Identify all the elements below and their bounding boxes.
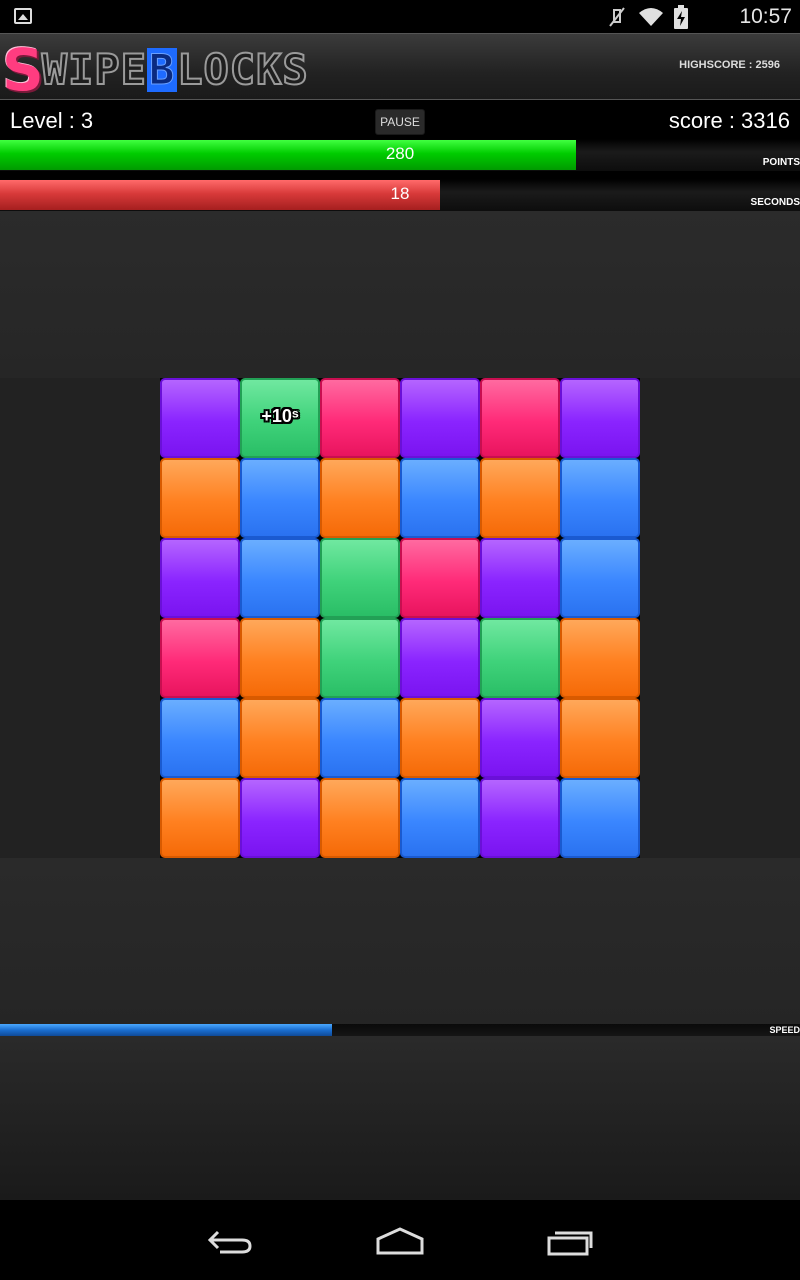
logo-part-locks: LOCKS (176, 45, 309, 94)
block-purple[interactable] (560, 378, 640, 458)
block-blue[interactable] (400, 778, 480, 858)
block-purple[interactable] (400, 618, 480, 698)
block-blue[interactable] (240, 538, 320, 618)
block-green[interactable] (320, 618, 400, 698)
playfield-top-panel (0, 211, 800, 378)
seconds-value: 18 (390, 184, 410, 203)
block-orange[interactable] (160, 458, 240, 538)
block-green[interactable]: +10ˢ (240, 378, 320, 458)
block-purple[interactable] (160, 378, 240, 458)
points-value: 280 (385, 144, 415, 163)
level-label: Level : 3 (10, 108, 94, 133)
block-orange[interactable] (480, 458, 560, 538)
seconds-label: SECONDS (750, 197, 800, 208)
block-orange[interactable] (400, 698, 480, 778)
score-label: score : 3316 (668, 108, 790, 133)
speed-bar: SPEED (0, 1024, 800, 1036)
points-label: POINTS (762, 157, 800, 168)
navigation-bar (0, 1200, 800, 1280)
battery-charging-icon (674, 5, 688, 29)
recents-icon (547, 1231, 593, 1256)
block-orange[interactable] (160, 778, 240, 858)
status-bar: 10:57 (0, 0, 800, 33)
recents-button[interactable] (540, 1222, 600, 1262)
speed-label: SPEED (769, 1025, 800, 1035)
block-blue[interactable] (240, 458, 320, 538)
block-pink[interactable] (160, 618, 240, 698)
block-green[interactable] (320, 538, 400, 618)
back-button[interactable] (200, 1222, 260, 1262)
block-orange[interactable] (240, 618, 320, 698)
block-pink[interactable] (480, 378, 560, 458)
block-orange[interactable] (320, 778, 400, 858)
block-blue[interactable] (400, 458, 480, 538)
speed-bar-fill (0, 1024, 332, 1036)
block-purple[interactable] (400, 378, 480, 458)
block-blue[interactable] (560, 458, 640, 538)
block-pink[interactable] (320, 378, 400, 458)
block-purple[interactable] (480, 698, 560, 778)
back-icon (207, 1230, 252, 1254)
bar-divider (0, 171, 800, 179)
block-pink[interactable] (400, 538, 480, 618)
points-bar-fill (0, 140, 576, 170)
playfield-lower-panel (0, 1036, 800, 1200)
app-header: S WIPEBLOCKS HIGHSCORE : 2596 (0, 33, 800, 100)
time-bonus-label: +10ˢ (261, 406, 299, 426)
block-blue[interactable] (320, 698, 400, 778)
home-icon (376, 1227, 424, 1255)
block-purple[interactable] (480, 778, 560, 858)
block-orange[interactable] (560, 698, 640, 778)
block-green[interactable] (480, 618, 560, 698)
block-purple[interactable] (480, 538, 560, 618)
logo-part-wipe: WIPE (41, 45, 147, 94)
home-button[interactable] (370, 1222, 430, 1262)
logo-letter-b: B (146, 45, 178, 94)
status-icons (606, 4, 688, 30)
logo-wordmark: WIPEBLOCKS (41, 45, 309, 94)
gallery-icon (14, 8, 32, 24)
block-orange[interactable] (320, 458, 400, 538)
block-orange[interactable] (560, 618, 640, 698)
block-purple[interactable] (160, 538, 240, 618)
highscore-label: HIGHSCORE : 2596 (679, 59, 780, 71)
mute-icon (609, 7, 625, 27)
block-blue[interactable] (560, 778, 640, 858)
block-orange[interactable] (240, 698, 320, 778)
seconds-bar: 18 SECONDS (0, 179, 800, 211)
block-blue[interactable] (160, 698, 240, 778)
pause-button[interactable]: PAUSE (375, 109, 425, 135)
clock: 10:57 (739, 5, 792, 28)
block-blue[interactable] (560, 538, 640, 618)
logo-letter-s: S (2, 36, 44, 104)
game-logo: S WIPEBLOCKS (2, 36, 309, 104)
block-purple[interactable] (240, 778, 320, 858)
game-board[interactable]: +10ˢ (160, 378, 640, 858)
wifi-icon (639, 8, 663, 26)
playfield-bottom-panel (0, 858, 800, 1024)
points-bar: 280 POINTS (0, 139, 800, 171)
